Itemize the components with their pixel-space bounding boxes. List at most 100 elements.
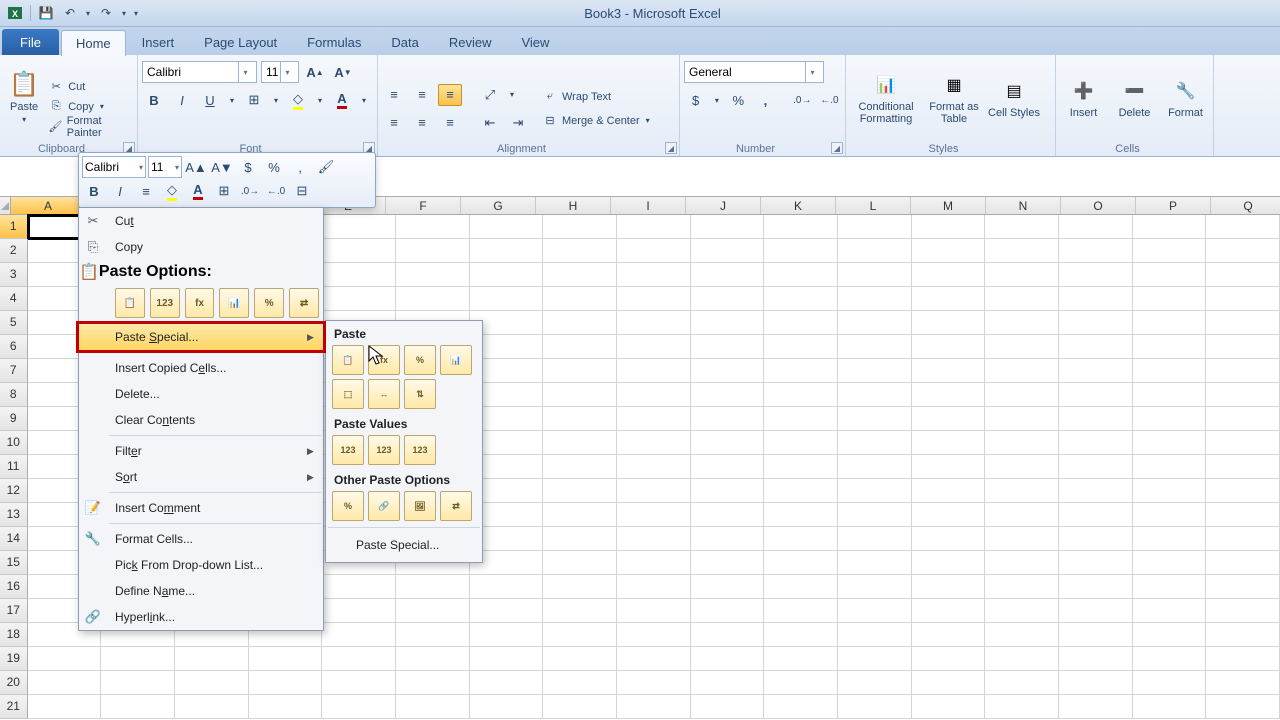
cell[interactable] (101, 671, 175, 695)
cm-define-name[interactable]: Define Name... (79, 578, 323, 604)
cell[interactable] (985, 695, 1059, 719)
mini-font-combo[interactable]: Calibri▾ (82, 156, 146, 178)
cell[interactable] (322, 671, 396, 695)
sub-values-option-1[interactable]: 123 (368, 435, 400, 465)
cell[interactable] (912, 695, 986, 719)
shrink-font-button[interactable]: A▼ (331, 61, 355, 83)
redo-icon[interactable]: ↷ (95, 3, 117, 23)
cell[interactable] (764, 623, 838, 647)
sub-other-option-3[interactable]: ⇄ (440, 491, 472, 521)
cell[interactable] (985, 359, 1059, 383)
cell[interactable] (617, 695, 691, 719)
mini-merge[interactable]: ⊟ (290, 180, 314, 202)
cell[interactable] (985, 311, 1059, 335)
cell[interactable] (543, 407, 617, 431)
cell[interactable] (470, 671, 544, 695)
cell[interactable] (1133, 671, 1207, 695)
cell[interactable] (764, 383, 838, 407)
cell[interactable] (543, 215, 617, 239)
format-painter-button[interactable]: 🖌Format Painter (48, 118, 133, 136)
cell[interactable] (543, 623, 617, 647)
cell[interactable] (396, 599, 470, 623)
format-cells-button-ribbon[interactable]: 🔧Format (1162, 57, 1209, 137)
cell[interactable] (543, 599, 617, 623)
cell[interactable] (838, 383, 912, 407)
row-header[interactable]: 15 (0, 551, 28, 575)
cell[interactable] (912, 575, 986, 599)
cell[interactable] (1206, 455, 1280, 479)
cell[interactable] (764, 695, 838, 719)
cell[interactable] (1059, 503, 1133, 527)
alignment-dialog-launcher[interactable]: ◢ (665, 142, 677, 154)
cell[interactable] (617, 503, 691, 527)
cell[interactable] (838, 431, 912, 455)
cell[interactable] (617, 311, 691, 335)
cell[interactable] (617, 263, 691, 287)
cm-sort[interactable]: Sort▶ (79, 464, 323, 490)
format-as-table-button[interactable]: ▦Format as Table (926, 57, 982, 137)
cell[interactable] (1133, 383, 1207, 407)
cell[interactable] (396, 215, 470, 239)
cell[interactable] (1059, 383, 1133, 407)
cell[interactable] (912, 503, 986, 527)
cell[interactable] (838, 695, 912, 719)
row-header[interactable]: 17 (0, 599, 28, 623)
cell[interactable] (396, 239, 470, 263)
row-header[interactable]: 5 (0, 311, 28, 335)
cell[interactable] (838, 479, 912, 503)
cell[interactable] (1059, 239, 1133, 263)
mini-size-combo[interactable]: 11▾ (148, 156, 182, 178)
cell[interactable] (1133, 263, 1207, 287)
cell[interactable] (396, 623, 470, 647)
cell[interactable] (764, 671, 838, 695)
cm-hyperlink[interactable]: 🔗Hyperlink... (79, 604, 323, 630)
row-header[interactable]: 6 (0, 335, 28, 359)
cell[interactable] (1133, 479, 1207, 503)
redo-dropdown[interactable]: ▾ (119, 9, 129, 18)
cell[interactable] (764, 455, 838, 479)
col-header-L[interactable]: L (836, 197, 911, 214)
cell[interactable] (1059, 479, 1133, 503)
align-middle-button[interactable]: ≡ (410, 84, 434, 106)
paste-option-0[interactable]: 📋 (115, 288, 145, 318)
cell[interactable] (1206, 335, 1280, 359)
cell[interactable] (691, 287, 765, 311)
cell[interactable] (617, 383, 691, 407)
cell[interactable] (691, 383, 765, 407)
cell[interactable] (985, 215, 1059, 239)
cell[interactable] (543, 503, 617, 527)
cell[interactable] (617, 335, 691, 359)
col-header-Q[interactable]: Q (1211, 197, 1280, 214)
cell[interactable] (470, 215, 544, 239)
submenu-paste-special-link[interactable]: Paste Special... (332, 532, 476, 560)
col-header-P[interactable]: P (1136, 197, 1211, 214)
cell[interactable] (1059, 575, 1133, 599)
merge-center-button[interactable]: ⊟Merge & Center▾ (542, 112, 650, 130)
col-header-O[interactable]: O (1061, 197, 1136, 214)
col-header-A[interactable]: A (11, 197, 86, 214)
number-dialog-launcher[interactable]: ◢ (831, 142, 843, 154)
align-right-button[interactable]: ≡ (438, 112, 462, 134)
mini-painter[interactable]: 🖌 (314, 156, 338, 178)
cell[interactable] (1133, 551, 1207, 575)
cell[interactable] (985, 503, 1059, 527)
cell[interactable] (691, 671, 765, 695)
col-header-K[interactable]: K (761, 197, 836, 214)
excel-icon[interactable]: X (4, 3, 26, 23)
cell[interactable] (1059, 455, 1133, 479)
undo-dropdown[interactable]: ▾ (83, 9, 93, 18)
cell[interactable] (470, 647, 544, 671)
align-left-button[interactable]: ≡ (382, 112, 406, 134)
cell[interactable] (764, 647, 838, 671)
cell[interactable] (764, 479, 838, 503)
cell[interactable] (985, 287, 1059, 311)
cell[interactable] (1059, 671, 1133, 695)
orientation-dropdown[interactable]: ▾ (506, 84, 518, 106)
mini-accounting[interactable]: $ (236, 156, 260, 178)
cell[interactable] (985, 623, 1059, 647)
decrease-decimal-button[interactable]: ←.0 (818, 89, 841, 111)
cell[interactable] (1206, 503, 1280, 527)
cell[interactable] (617, 215, 691, 239)
sub-paste-option-5[interactable]: ↔ (368, 379, 400, 409)
cell[interactable] (691, 551, 765, 575)
